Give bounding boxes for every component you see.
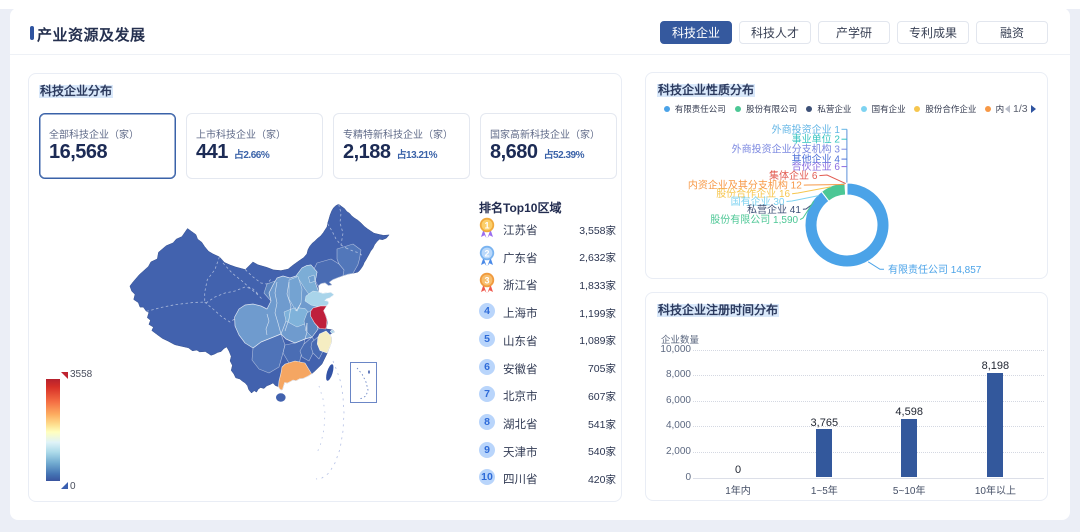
svg-text:有限责任公司 14,857: 有限责任公司 14,857 [888, 263, 982, 276]
svg-text:3: 3 [484, 276, 489, 286]
svg-text:股份有限公司 1,590: 股份有限公司 1,590 [710, 213, 798, 226]
svg-text:1: 1 [484, 220, 489, 230]
svg-text:私营企业 41: 私营企业 41 [747, 203, 801, 216]
svg-text:2: 2 [484, 248, 489, 258]
